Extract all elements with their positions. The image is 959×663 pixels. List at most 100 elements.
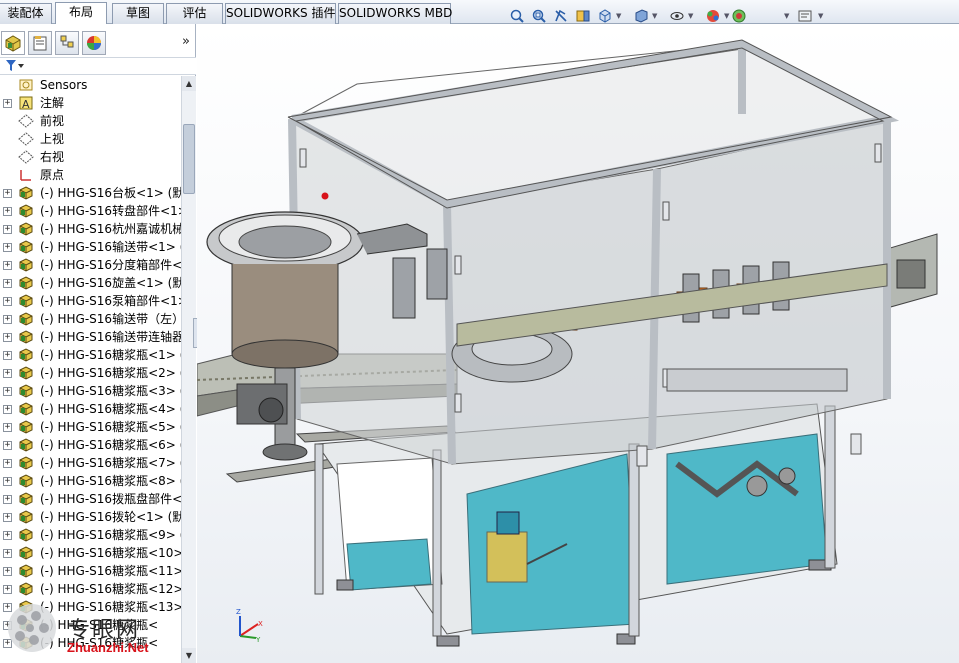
expand-toggle-icon[interactable]: + [3, 531, 12, 540]
expand-toggle-icon[interactable]: + [3, 549, 12, 558]
tree-item[interactable]: + (-) HHG-S16泵箱部件<1> [0, 292, 181, 310]
tree-item[interactable]: 右视 [0, 148, 181, 166]
expand-toggle-icon[interactable]: + [3, 495, 12, 504]
tree-item[interactable]: 原点 [0, 166, 181, 184]
chevron-down-icon[interactable]: ▼ [784, 12, 789, 20]
edit-appearance-icon[interactable] [704, 7, 722, 25]
tree-item[interactable]: 前视 [0, 112, 181, 130]
tree-item[interactable]: + (-) HHG-S16糖浆瓶<10> [0, 544, 181, 562]
expand-toggle-icon[interactable]: + [3, 189, 12, 198]
expand-toggle-icon[interactable]: + [3, 513, 12, 522]
section-view-icon[interactable] [574, 7, 592, 25]
subassembly-icon [18, 509, 34, 525]
scroll-down-icon[interactable]: ▼ [182, 648, 196, 663]
zoom-to-area-icon[interactable] [530, 7, 548, 25]
expand-toggle-icon[interactable]: + [3, 99, 12, 108]
filter-icon[interactable] [5, 59, 25, 76]
expand-toggle-icon[interactable]: + [3, 567, 12, 576]
tree-item[interactable]: + (-) HHG-S16旋盖<1> (默 [0, 274, 181, 292]
view-settings-icon[interactable] [796, 7, 814, 25]
tree-item[interactable]: + (-) HHG-S16糖浆瓶<1> ( [0, 346, 181, 364]
expand-toggle-icon[interactable]: + [3, 207, 12, 216]
expand-toggle-icon[interactable]: + [3, 603, 12, 612]
expand-toggle-icon[interactable]: + [3, 351, 12, 360]
tree-item[interactable]: + (-) HHG-S16糖浆瓶<3> ( [0, 382, 181, 400]
subassembly-icon [18, 239, 34, 255]
tree-item[interactable]: + (-) HHG-S16糖浆瓶<7> ( [0, 454, 181, 472]
tree-item-label: (-) HHG-S16输送带<1> ( [40, 240, 181, 254]
expand-toggle-icon[interactable]: + [3, 225, 12, 234]
tree-item[interactable]: + (-) HHG-S16输送带（左） [0, 310, 181, 328]
subassembly-icon [18, 473, 34, 489]
tree-item[interactable]: + (-) HHG-S16糖浆瓶<11> [0, 562, 181, 580]
tree-item[interactable]: + (-) HHG-S16糖浆瓶<12> [0, 580, 181, 598]
subassembly-icon [18, 365, 34, 381]
chevron-down-icon[interactable]: ▼ [688, 12, 693, 20]
feature-manager-icon[interactable] [1, 31, 25, 55]
tree-item[interactable]: + (-) HHG-S16输送带连轴器 [0, 328, 181, 346]
tree-item[interactable]: + (-) HHG-S16台板<1> (默 [0, 184, 181, 202]
tab-sketch[interactable]: 草图 [112, 3, 164, 24]
tree-item-label: (-) HHG-S16杭州嘉诚机械 [40, 222, 181, 236]
tree-item[interactable]: + (-) HHG-S16糖浆瓶<6> ( [0, 436, 181, 454]
expand-toggle-icon[interactable]: + [3, 243, 12, 252]
tree-item[interactable]: + (-) HHG-S16拨轮<1> (默 [0, 508, 181, 526]
apply-scene-icon[interactable] [730, 7, 748, 25]
chevron-down-icon[interactable]: ▼ [616, 12, 621, 20]
expand-toggle-icon[interactable]: + [3, 459, 12, 468]
display-manager-icon[interactable] [82, 31, 106, 55]
expand-toggle-icon[interactable]: + [3, 333, 12, 342]
collapse-panel-button[interactable]: » [182, 34, 190, 49]
configuration-manager-icon[interactable] [55, 31, 79, 55]
graphics-area[interactable]: X Y Z [197, 24, 959, 663]
expand-toggle-icon[interactable]: + [3, 369, 12, 378]
scrollbar-thumb[interactable] [183, 124, 195, 194]
chevron-down-icon[interactable]: ▼ [652, 12, 657, 20]
tree-item[interactable]: + (-) HHG-S16糖浆瓶<4> ( [0, 400, 181, 418]
tree-item[interactable]: + (-) HHG-S16糖浆瓶<8> ( [0, 472, 181, 490]
expand-toggle-icon[interactable]: + [3, 441, 12, 450]
tab-layout[interactable]: 布局 [55, 2, 107, 25]
expand-toggle-icon[interactable]: + [3, 261, 12, 270]
tree-item[interactable]: + (-) HHG-S16糖浆瓶<2> ( [0, 364, 181, 382]
tree-item[interactable]: + (-) HHG-S16糖浆瓶<5> ( [0, 418, 181, 436]
tree-item[interactable]: + (-) HHG-S16分度箱部件< [0, 256, 181, 274]
display-style-icon[interactable] [632, 7, 650, 25]
tree-item[interactable]: + (-) HHG-S16输送带<1> ( [0, 238, 181, 256]
expand-toggle-icon[interactable]: + [3, 279, 12, 288]
tree-scrollbar[interactable]: ▲ ▼ [181, 76, 196, 663]
property-manager-icon[interactable] [28, 31, 52, 55]
tab-evaluate[interactable]: 评估 [166, 3, 223, 24]
previous-view-icon[interactable] [552, 7, 570, 25]
tab-solidworks-addins[interactable]: SOLIDWORKS 插件 [225, 3, 336, 24]
subassembly-icon [18, 311, 34, 327]
tab-solidworks-mbd[interactable]: SOLIDWORKS MBD [338, 3, 452, 24]
expand-toggle-icon[interactable]: + [3, 405, 12, 414]
expand-toggle-icon[interactable]: + [3, 639, 12, 648]
tree-item[interactable]: Sensors [0, 76, 181, 94]
tree-item[interactable]: + A 注解 [0, 94, 181, 112]
expand-toggle-icon[interactable]: + [3, 297, 12, 306]
expand-toggle-icon[interactable]: + [3, 621, 12, 630]
zoom-to-fit-icon[interactable] [508, 7, 526, 25]
tree-item[interactable]: + (-) HHG-S16杭州嘉诚机械 [0, 220, 181, 238]
hide-show-items-icon[interactable] [668, 7, 686, 25]
expand-toggle-icon[interactable]: + [3, 387, 12, 396]
chevron-down-icon[interactable]: ▼ [818, 12, 823, 20]
tree-item[interactable]: 上视 [0, 130, 181, 148]
plane-icon [18, 149, 34, 165]
view-orientation-icon[interactable] [596, 7, 614, 25]
expand-toggle-icon[interactable]: + [3, 477, 12, 486]
expand-toggle-icon[interactable]: + [3, 423, 12, 432]
subassembly-icon [18, 455, 34, 471]
expand-toggle-icon[interactable]: + [3, 585, 12, 594]
scroll-up-icon[interactable]: ▲ [182, 76, 196, 91]
tree-item-label: (-) HHG-S16糖浆瓶<3> ( [40, 384, 181, 398]
tree-item[interactable]: + (-) HHG-S16糖浆瓶<9> ( [0, 526, 181, 544]
tree-item[interactable]: + (-) HHG-S16拨瓶盘部件< [0, 490, 181, 508]
chevron-down-icon[interactable]: ▼ [724, 12, 729, 20]
tree-item-label: 注解 [40, 96, 65, 110]
expand-toggle-icon[interactable]: + [3, 315, 12, 324]
tree-item[interactable]: + (-) HHG-S16转盘部件<1> [0, 202, 181, 220]
tab-assembly[interactable]: 装配体 [0, 3, 52, 24]
